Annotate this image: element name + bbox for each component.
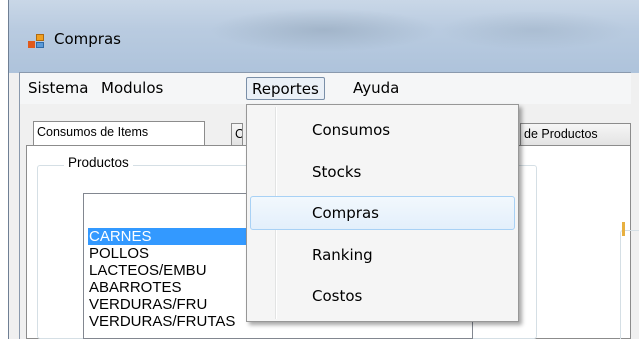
- menu-item-costos[interactable]: Costos: [250, 279, 515, 313]
- menu-bar: Sistema Modulos Reportes Ayuda: [20, 73, 631, 104]
- list-item[interactable]: LACTEOS/EMBU: [88, 262, 207, 279]
- title-bar-blur: [439, 10, 629, 50]
- list-item[interactable]: CARNES: [88, 228, 248, 245]
- list-item[interactable]: ABARROTES: [88, 279, 182, 296]
- tab-c[interactable]: C: [231, 123, 243, 145]
- menu-reportes[interactable]: Reportes: [246, 77, 325, 100]
- list-item[interactable]: VERDURAS/FRU: [88, 296, 207, 313]
- list-item[interactable]: VERDURAS/FRUTAS: [88, 313, 235, 330]
- list-item[interactable]: POLLOS: [88, 245, 149, 262]
- productos-group-label: Productos: [64, 155, 133, 170]
- tab-de-productos[interactable]: de Productos: [520, 123, 631, 145]
- menu-sistema[interactable]: Sistema: [23, 77, 93, 100]
- menu-item-ranking[interactable]: Ranking: [250, 238, 515, 272]
- secondary-groupbox: [620, 230, 639, 339]
- title-bar-blur: [209, 8, 439, 52]
- menu-ayuda[interactable]: Ayuda: [348, 77, 404, 100]
- secondary-group-label-fragment: [622, 222, 625, 236]
- menu-item-consumos[interactable]: Consumos: [250, 113, 515, 147]
- app-icon: [28, 34, 44, 48]
- reportes-dropdown-menu: Consumos Stocks Compras Ranking Costos: [246, 104, 519, 322]
- menu-item-compras[interactable]: Compras: [250, 196, 515, 230]
- menu-item-stocks[interactable]: Stocks: [250, 155, 515, 189]
- menu-modulos[interactable]: Modulos: [96, 77, 168, 100]
- window-title: Compras: [54, 30, 121, 48]
- tab-consumos-de-items[interactable]: Consumos de Items: [33, 121, 205, 145]
- title-bar[interactable]: Compras: [9, 0, 639, 73]
